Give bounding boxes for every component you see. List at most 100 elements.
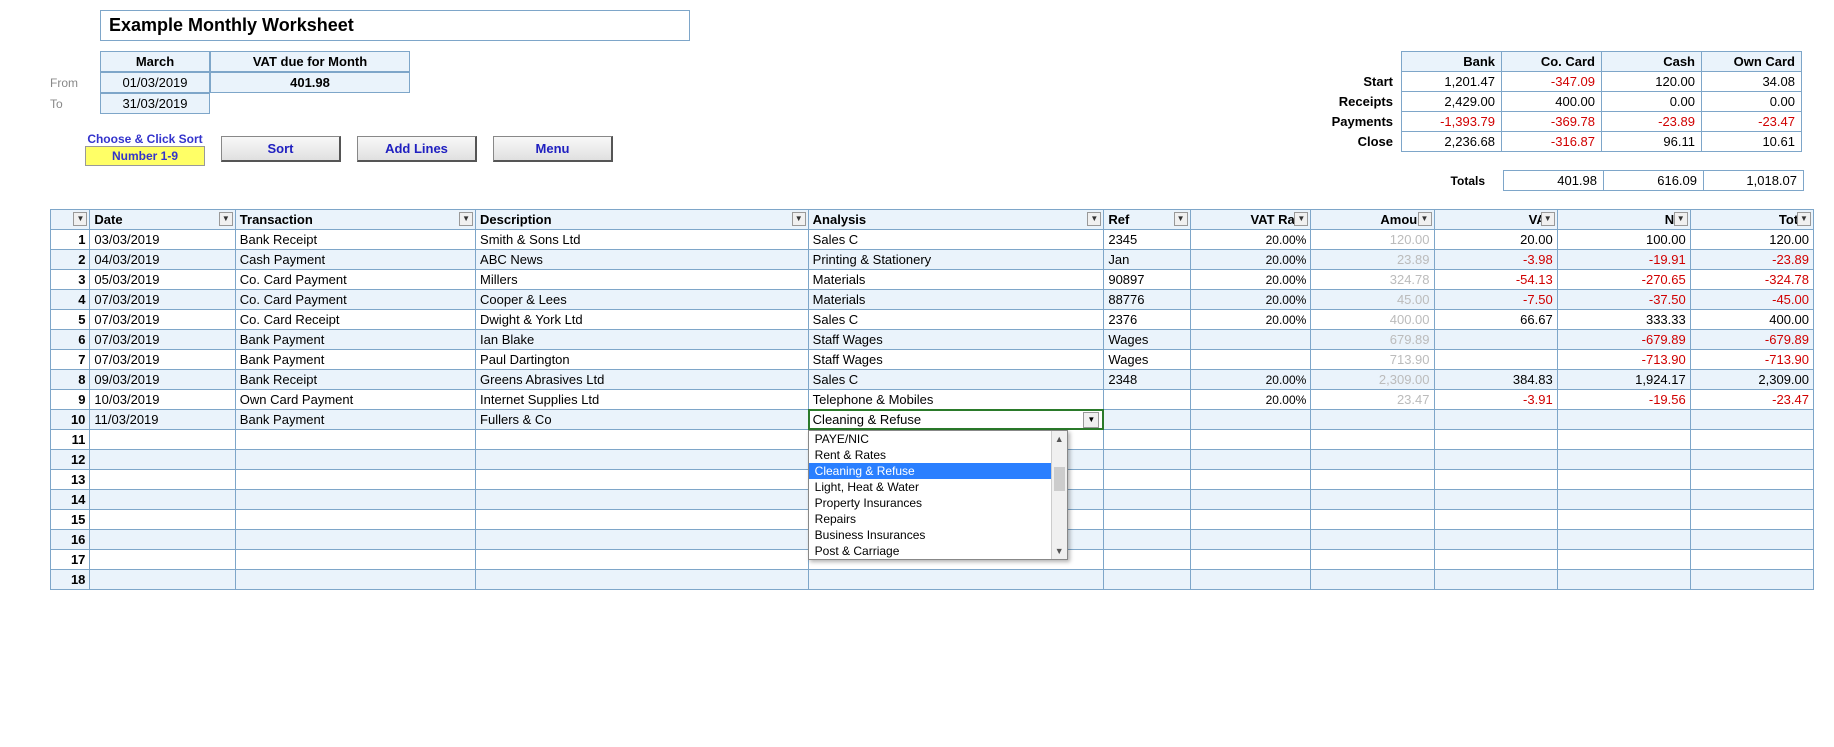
cell-total[interactable]: 2,309.00 [1690,370,1813,390]
filter-icon[interactable]: ▼ [1087,212,1101,226]
empty-cell[interactable] [476,490,809,510]
row-number[interactable]: 9 [51,390,90,410]
cell-total[interactable]: 120.00 [1690,230,1813,250]
cell-vatrate[interactable]: 20.00% [1190,250,1311,270]
cell-description[interactable]: ABC News [476,250,809,270]
cell-analysis-active[interactable]: Cleaning & Refuse▼PAYE/NICRent & RatesCl… [808,410,1104,430]
cell-ref[interactable]: Jan [1104,250,1190,270]
cell-transaction[interactable]: Own Card Payment [235,390,475,410]
cell-analysis[interactable]: Staff Wages [808,330,1104,350]
cell-total[interactable]: -713.90 [1690,350,1813,370]
col-date[interactable]: Date▼ [90,210,235,230]
cell-ref[interactable]: 2345 [1104,230,1190,250]
empty-cell[interactable] [1190,550,1311,570]
empty-cell[interactable] [1434,490,1557,510]
row-number[interactable]: 11 [51,430,90,450]
cell-vatrate[interactable] [1190,410,1311,430]
cell-vatrate[interactable]: 20.00% [1190,270,1311,290]
cell-date[interactable]: 03/03/2019 [90,230,235,250]
cell-transaction[interactable]: Co. Card Receipt [235,310,475,330]
cell-analysis[interactable]: Staff Wages [808,350,1104,370]
row-number[interactable]: 4 [51,290,90,310]
cell-analysis[interactable]: Telephone & Mobiles [808,390,1104,410]
cell-vat[interactable]: -7.50 [1434,290,1557,310]
empty-cell[interactable] [1434,570,1557,590]
summary-cell[interactable]: -23.47 [1702,112,1802,132]
empty-cell[interactable] [1311,570,1434,590]
cell-analysis[interactable]: Materials [808,290,1104,310]
dropdown-option[interactable]: Rent & Rates [809,447,1051,463]
cell-transaction[interactable]: Bank Payment [235,350,475,370]
empty-cell[interactable] [1690,470,1813,490]
cell-vatrate[interactable]: 20.00% [1190,370,1311,390]
scroll-down-icon[interactable]: ▼ [1052,543,1067,559]
empty-cell[interactable] [1104,550,1190,570]
cell-description[interactable]: Dwight & York Ltd [476,310,809,330]
cell-amount[interactable]: 23.47 [1311,390,1434,410]
empty-cell[interactable] [476,510,809,530]
cell-amount[interactable]: 679.89 [1311,330,1434,350]
row-number[interactable]: 17 [51,550,90,570]
empty-cell[interactable] [1690,510,1813,530]
empty-cell[interactable] [1190,470,1311,490]
filter-icon[interactable]: ▼ [1418,212,1432,226]
row-number[interactable]: 7 [51,350,90,370]
dropdown-option[interactable]: Property Insurances [809,495,1051,511]
empty-cell[interactable] [1190,530,1311,550]
cell-transaction[interactable]: Bank Receipt [235,230,475,250]
empty-cell[interactable] [1557,470,1690,490]
empty-cell[interactable] [1434,550,1557,570]
empty-cell[interactable] [476,430,809,450]
summary-cell[interactable]: 400.00 [1502,92,1602,112]
empty-cell[interactable] [1104,530,1190,550]
dropdown-toggle-icon[interactable]: ▼ [1083,412,1099,428]
cell-vatrate[interactable] [1190,350,1311,370]
cell-description[interactable]: Smith & Sons Ltd [476,230,809,250]
cell-date[interactable]: 07/03/2019 [90,310,235,330]
dropdown-scrollbar[interactable]: ▲▼ [1051,431,1067,559]
summary-cell[interactable]: 96.11 [1602,132,1702,152]
cell-total[interactable]: -23.47 [1690,390,1813,410]
empty-cell[interactable] [1311,550,1434,570]
cell-vatrate[interactable]: 20.00% [1190,290,1311,310]
cell-net[interactable]: -19.56 [1557,390,1690,410]
col-net[interactable]: Net▼ [1557,210,1690,230]
cell-description[interactable]: Internet Supplies Ltd [476,390,809,410]
empty-cell[interactable] [1311,470,1434,490]
row-number[interactable]: 3 [51,270,90,290]
empty-cell[interactable] [1190,510,1311,530]
empty-cell[interactable] [235,430,475,450]
filter-icon[interactable]: ▼ [1294,212,1308,226]
row-number[interactable]: 15 [51,510,90,530]
cell-transaction[interactable]: Cash Payment [235,250,475,270]
row-number[interactable]: 5 [51,310,90,330]
cell-net[interactable]: -19.91 [1557,250,1690,270]
col-vat[interactable]: VAT▼ [1434,210,1557,230]
cell-ref[interactable]: 2348 [1104,370,1190,390]
cell-total[interactable]: -679.89 [1690,330,1813,350]
empty-cell[interactable] [476,570,809,590]
cell-net[interactable]: -37.50 [1557,290,1690,310]
filter-icon[interactable]: ▼ [73,212,87,226]
cell-ref[interactable]: 90897 [1104,270,1190,290]
filter-icon[interactable]: ▼ [792,212,806,226]
cell-date[interactable]: 07/03/2019 [90,350,235,370]
filter-icon[interactable]: ▼ [1674,212,1688,226]
empty-cell[interactable] [235,550,475,570]
dropdown-option[interactable]: Post & Carriage [809,543,1051,559]
dropdown-option[interactable]: Cleaning & Refuse [809,463,1051,479]
empty-cell[interactable] [1557,450,1690,470]
empty-cell[interactable] [235,450,475,470]
empty-cell[interactable] [1690,430,1813,450]
cell-date[interactable]: 04/03/2019 [90,250,235,270]
cell-ref[interactable]: 2376 [1104,310,1190,330]
empty-cell[interactable] [1190,450,1311,470]
empty-cell[interactable] [90,570,235,590]
sort-button[interactable]: Sort [221,136,341,162]
col-transaction[interactable]: Transaction▼ [235,210,475,230]
from-date[interactable]: 01/03/2019 [100,72,210,93]
cell-total[interactable]: 400.00 [1690,310,1813,330]
empty-cell[interactable] [1311,530,1434,550]
summary-cell[interactable]: -347.09 [1502,72,1602,92]
cell-date[interactable]: 11/03/2019 [90,410,235,430]
